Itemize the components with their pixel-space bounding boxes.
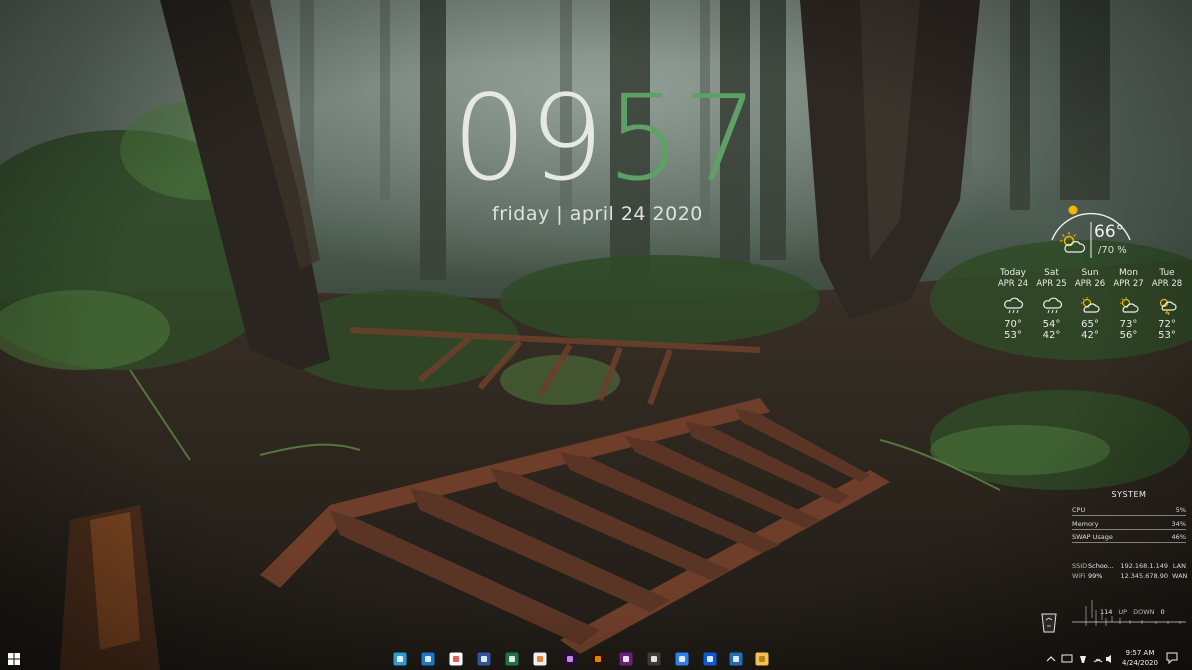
system-monitor: SYSTEM CPU 5% Memory 34% SWAP Usage 46% SSI… <box>1072 490 1187 581</box>
folder-icon <box>755 652 769 666</box>
forecast-date: APR 24 <box>997 279 1029 289</box>
tray-clock[interactable]: 9:57 AM 4/24/2020 <box>1118 648 1162 668</box>
thunderstorm-icon <box>1159 298 1177 315</box>
forecast-date: APR 27 <box>1113 279 1144 289</box>
remote-desktop-taskbar-button[interactable] <box>722 648 750 670</box>
rain-cloud-icon <box>1004 297 1024 314</box>
partly-cloudy-icon <box>1119 297 1139 313</box>
forecast-low: 56° <box>1119 330 1138 341</box>
calculator-taskbar-button[interactable] <box>640 648 668 670</box>
notification-icon[interactable] <box>1166 652 1178 664</box>
download-label: DOWN <box>1133 608 1155 616</box>
recycle-bin-icon[interactable] <box>1037 610 1061 634</box>
forecast-day-name: Sun <box>1081 268 1099 278</box>
forecast-day: Today APR 24 70° 53° <box>993 268 1033 341</box>
forecast-date: APR 25 <box>1036 279 1067 289</box>
forecast-day: Tue APR 28 72° 53° <box>1147 268 1187 341</box>
cpu-row: CPU 5% <box>1072 506 1186 516</box>
file-explorer-taskbar-button[interactable] <box>386 648 414 670</box>
battery-icon <box>1061 654 1073 663</box>
download-value: 0 <box>1160 608 1165 616</box>
forecast-day-name: Tue <box>1159 268 1175 278</box>
store-taskbar-button[interactable] <box>414 648 442 670</box>
tray-icons <box>1046 654 1111 663</box>
todo-icon <box>675 652 689 666</box>
forecast-date: APR 28 <box>1151 279 1183 289</box>
chrome-taskbar-button[interactable] <box>442 648 470 670</box>
network-speed: 114 UP DOWN 0 <box>1100 608 1165 616</box>
system-title: SYSTEM <box>1111 490 1147 499</box>
system-tray <box>1044 648 1114 670</box>
excel-taskbar-button[interactable] <box>498 648 526 670</box>
premiere-taskbar-button[interactable] <box>556 648 584 670</box>
chrome-icon <box>449 652 463 666</box>
remote-desktop-icon <box>729 652 743 666</box>
clock-hours: 09 <box>452 69 607 207</box>
forecast-low: 53° <box>1158 330 1176 341</box>
partly-cloudy-icon <box>1081 297 1100 313</box>
upload-label: UP <box>1118 608 1128 616</box>
desktop-date: friday | april 24 2020 <box>492 203 703 225</box>
store-icon <box>421 652 435 666</box>
illustration-app-taskbar-button[interactable] <box>526 648 554 670</box>
forecast-low: 42° <box>1081 330 1099 341</box>
calculator-icon <box>647 652 661 666</box>
illustrator-icon <box>591 652 605 666</box>
word-taskbar-button[interactable] <box>470 648 498 670</box>
bluetooth-taskbar-button[interactable] <box>696 648 724 670</box>
forecast-high: 73° <box>1119 319 1138 330</box>
upload-value: 114 <box>1100 608 1113 616</box>
illustrator-taskbar-button[interactable] <box>584 648 612 670</box>
premiere-icon <box>563 652 577 666</box>
volume-icon <box>1106 655 1111 663</box>
current-temperature: 66° <box>1094 222 1125 242</box>
network-speed-graph <box>1072 600 1186 626</box>
forecast-high: 65° <box>1081 319 1099 330</box>
swap-row: SWAP Usage 46% <box>1072 533 1186 543</box>
forecast-low: 53° <box>1004 330 1022 341</box>
windows-start-button[interactable] <box>0 648 28 670</box>
memory-row: Memory 34% <box>1072 519 1186 530</box>
partly-sunny-icon <box>1060 232 1086 253</box>
forecast-high: 70° <box>1004 319 1022 330</box>
excel-icon <box>505 652 519 666</box>
taskbar <box>0 648 1192 670</box>
visual-studio-taskbar-button[interactable] <box>612 648 640 670</box>
forecast-day-name: Today <box>999 268 1027 278</box>
chevron-up-icon <box>1046 656 1056 662</box>
network-lan-row: SSID Schoo... 192.168.1.149 LAN <box>1072 561 1186 570</box>
file-explorer-icon <box>393 652 407 666</box>
forecast-high: 72° <box>1158 319 1176 330</box>
illustration-app-icon <box>533 652 547 666</box>
visual-studio-icon <box>619 652 633 666</box>
desktop-clock: 0957 <box>452 78 758 198</box>
forecast-low: 42° <box>1042 330 1061 341</box>
humidity: /70 % <box>1098 245 1127 256</box>
forecast-day: Sun APR 26 65° 42° <box>1070 268 1110 341</box>
word-icon <box>477 652 491 666</box>
wifi-icon <box>1093 658 1103 663</box>
forecast-day: Sat APR 25 54° 42° <box>1032 268 1072 341</box>
forecast-high: 54° <box>1042 319 1061 330</box>
current-weather: 66° /70 % <box>1046 200 1136 266</box>
rain-cloud-icon <box>1042 297 1062 314</box>
forecast-day-name: Mon <box>1119 268 1138 278</box>
forecast-day: Mon APR 27 73° 56° <box>1109 268 1149 341</box>
folder-taskbar-button[interactable] <box>748 648 776 670</box>
windows-start-icon <box>8 653 20 665</box>
dropbox-icon <box>1080 656 1086 663</box>
clock-minutes: 57 <box>606 69 761 207</box>
forecast-date: APR 26 <box>1074 279 1106 289</box>
forecast-day-name: Sat <box>1044 268 1059 278</box>
todo-taskbar-button[interactable] <box>668 648 696 670</box>
bluetooth-icon <box>703 652 717 666</box>
